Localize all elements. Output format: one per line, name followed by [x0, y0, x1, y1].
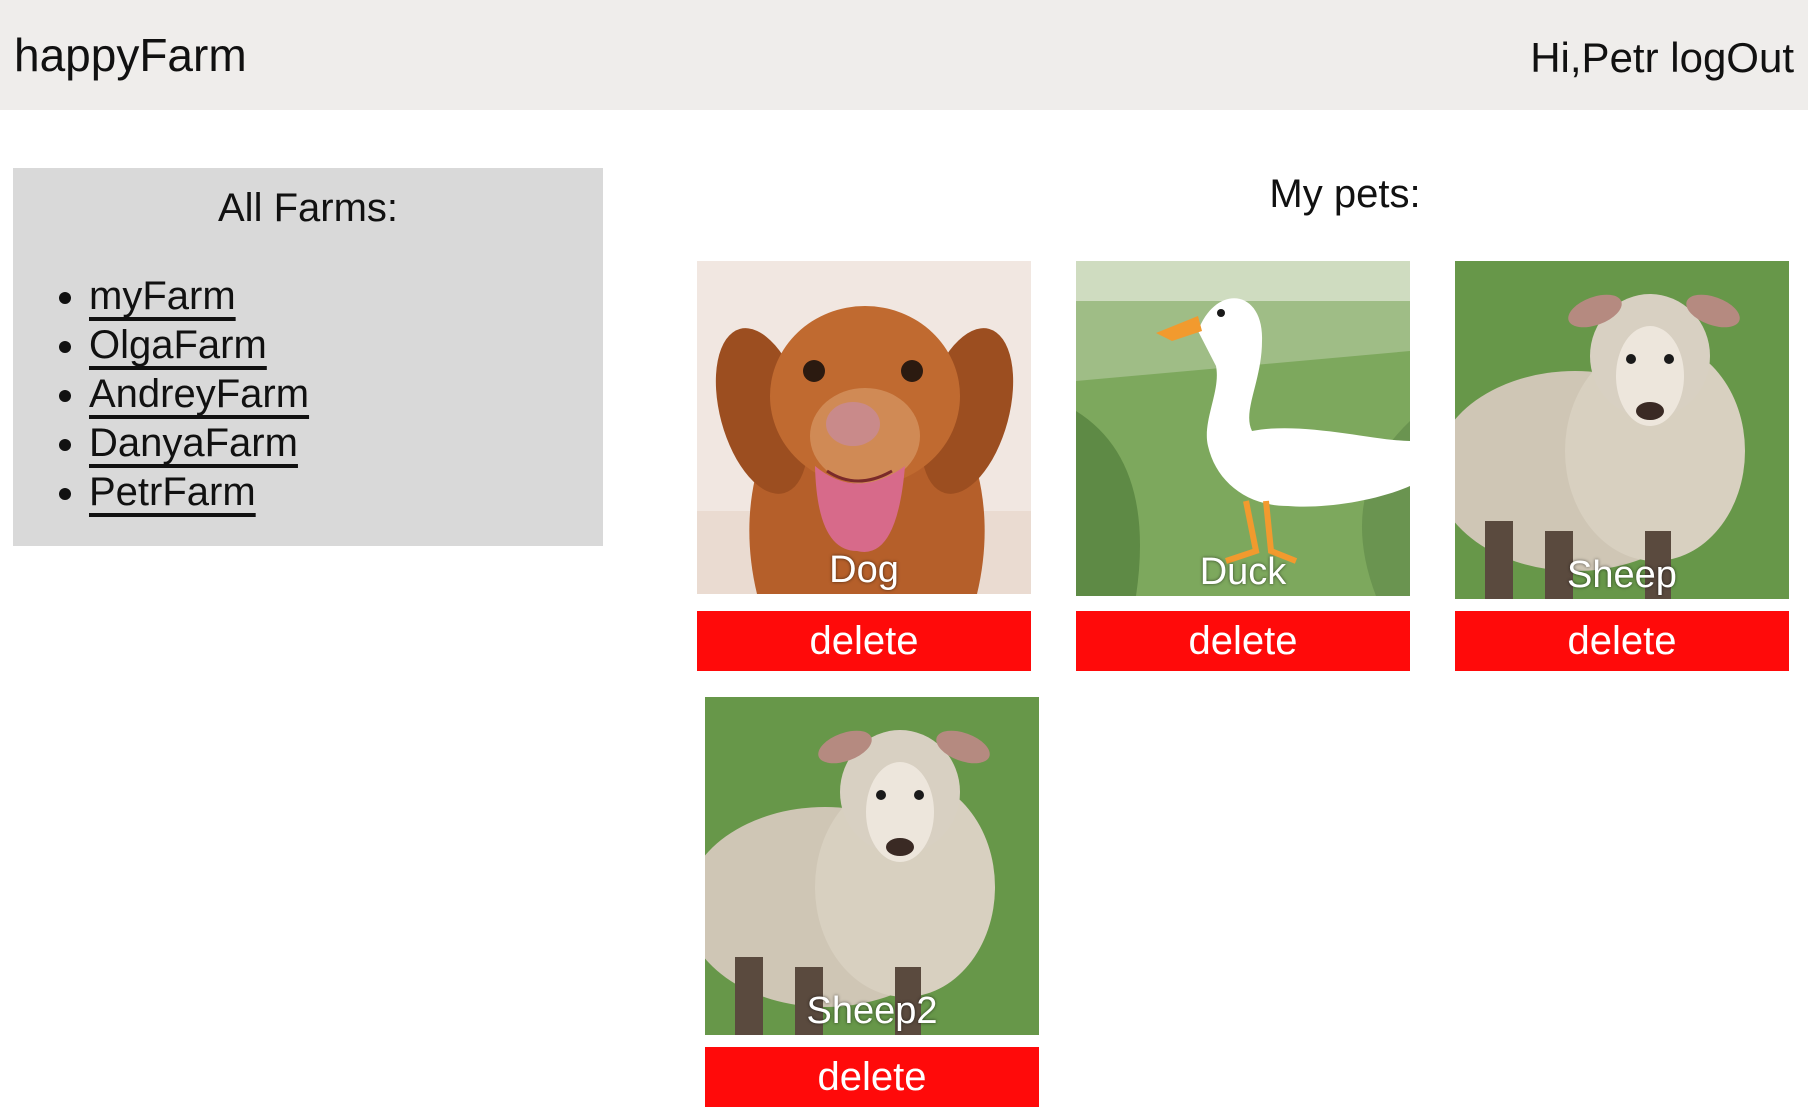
delete-button-sheep[interactable]: delete [1455, 611, 1789, 671]
logout-link[interactable]: logOut [1670, 34, 1794, 81]
list-item: DanyaFarm [89, 419, 309, 468]
app-brand: happyFarm [14, 29, 247, 81]
pet-photo-sheep2: Sheep2 [705, 697, 1039, 1035]
list-item: OlgaFarm [89, 321, 309, 370]
dog-image [697, 261, 1031, 594]
pet-name-duck: Duck [1199, 551, 1287, 593]
pet-photo-dog: Dog [697, 261, 1031, 594]
pet-name-dog: Dog [829, 549, 899, 591]
farms-panel: All Farms: myFarm OlgaFarm AndreyFarm Da… [13, 168, 603, 546]
list-item: PetrFarm [89, 468, 309, 517]
farms-title: All Farms: [218, 186, 398, 230]
sheep2-image [705, 697, 1039, 1035]
pet-card-duck: Duck delete [1076, 261, 1410, 671]
farm-link-andreyfarm[interactable]: AndreyFarm [89, 372, 309, 416]
delete-button-sheep2[interactable]: delete [705, 1047, 1039, 1107]
farms-list: myFarm OlgaFarm AndreyFarm DanyaFarm Pet… [36, 272, 309, 517]
pet-photo-duck: Duck [1076, 261, 1410, 596]
delete-button-duck[interactable]: delete [1076, 611, 1410, 671]
farm-link-myfarm[interactable]: myFarm [89, 274, 236, 318]
pet-name-sheep2: Sheep2 [806, 990, 938, 1032]
farm-link-olgafarm[interactable]: OlgaFarm [89, 323, 267, 367]
pet-photo-sheep: Sheep [1455, 261, 1789, 599]
user-area: Hi,Petr logOut [1530, 34, 1794, 82]
pet-card-sheep: Sheep delete [1455, 261, 1789, 671]
top-bar: happyFarm Hi,Petr logOut [0, 0, 1808, 110]
pet-card-sheep2: Sheep2 delete [705, 697, 1039, 1107]
user-greeting: Hi,Petr [1530, 34, 1659, 81]
list-item: AndreyFarm [89, 370, 309, 419]
farm-link-petrfarm[interactable]: PetrFarm [89, 470, 256, 514]
farm-link-danyafarm[interactable]: DanyaFarm [89, 421, 298, 465]
delete-button-dog[interactable]: delete [697, 611, 1031, 671]
duck-image [1076, 261, 1410, 596]
list-item: myFarm [89, 272, 309, 321]
sheep-image [1455, 261, 1789, 599]
pet-name-sheep: Sheep [1567, 554, 1677, 596]
pets-title: My pets: [1269, 172, 1421, 216]
pet-card-dog: Dog delete [697, 261, 1031, 671]
